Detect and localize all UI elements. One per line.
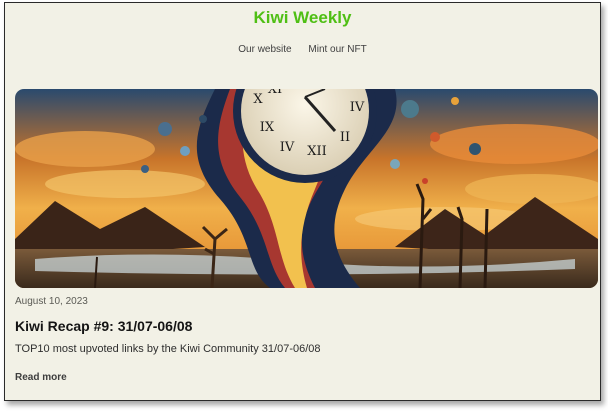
post-title-link[interactable]: Kiwi Recap #9: 31/07-06/08 <box>15 318 192 334</box>
svg-text:IV: IV <box>280 140 295 155</box>
svg-text:X: X <box>253 92 263 107</box>
svg-text:XI: XI <box>268 89 282 97</box>
post-date: August 10, 2023 <box>15 296 88 307</box>
nav-link-our-website[interactable]: Our website <box>238 44 291 55</box>
page-frame: Kiwi Weekly Our website Mint our NFT X I… <box>4 2 601 401</box>
svg-text:XII: XII <box>307 144 327 159</box>
site-title[interactable]: Kiwi Weekly <box>5 8 600 28</box>
post-excerpt: TOP10 most upvoted links by the Kiwi Com… <box>15 343 321 355</box>
melting-clock-illustration: X IX IV XII II IV XI <box>15 89 598 288</box>
read-more-link[interactable]: Read more <box>15 372 67 383</box>
svg-text:II: II <box>340 130 350 145</box>
top-nav: Our website Mint our NFT <box>5 44 600 55</box>
svg-text:IX: IX <box>260 120 275 135</box>
svg-text:IV: IV <box>350 100 365 115</box>
post-hero-image[interactable]: X IX IV XII II IV XI <box>15 89 598 288</box>
nav-link-mint-nft[interactable]: Mint our NFT <box>308 44 366 55</box>
